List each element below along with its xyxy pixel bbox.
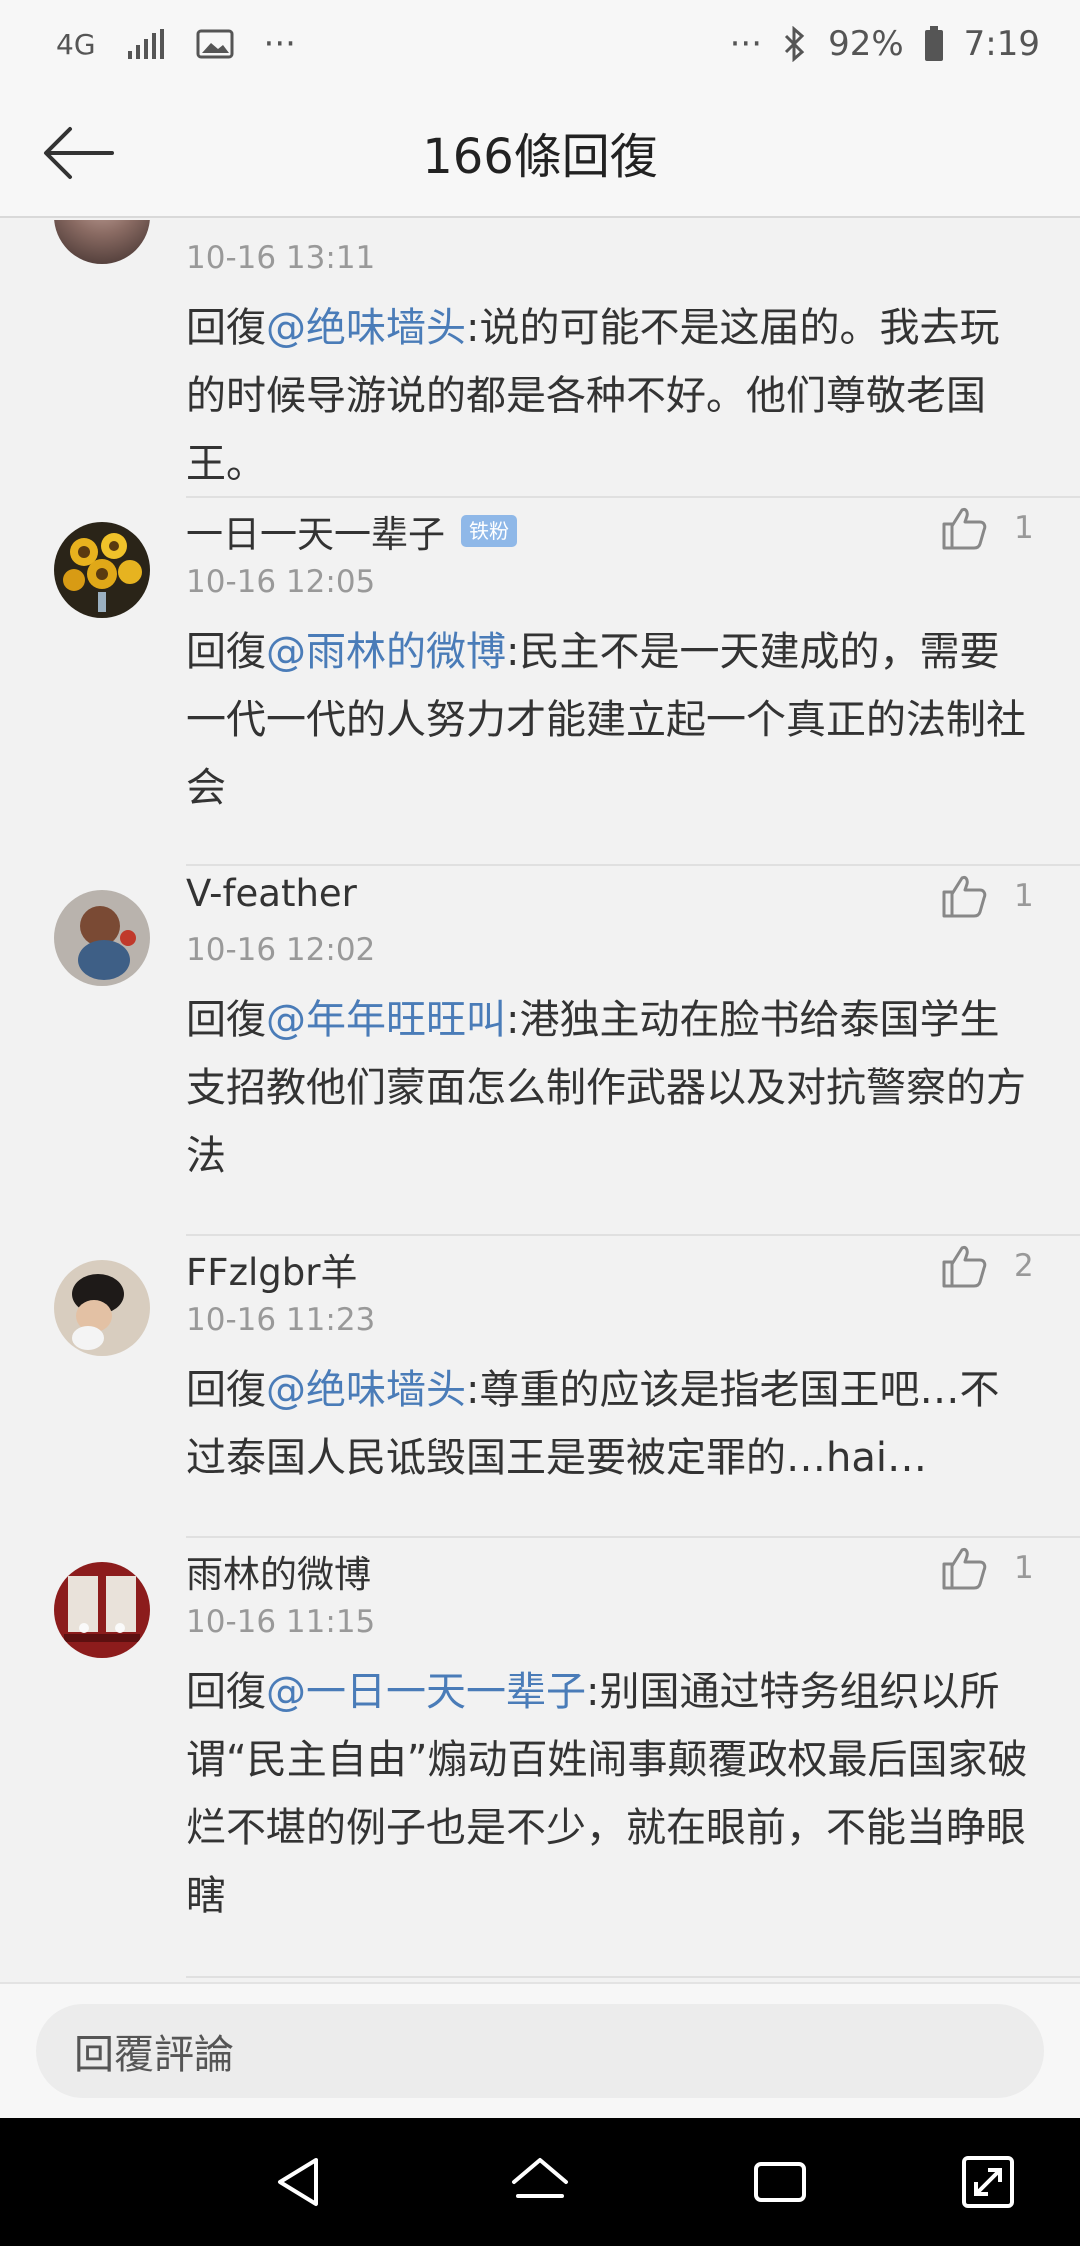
comment-body: 回復@一日一天一辈子:别国通过特务组织以所谓“民主自由”煽动百姓闹事颠覆政权最后… xyxy=(186,1658,1036,1930)
mention-link[interactable]: @雨林的微博 xyxy=(266,629,506,675)
bluetooth-icon xyxy=(785,26,805,62)
thumbs-up-icon xyxy=(942,1548,987,1590)
avatar[interactable] xyxy=(54,890,150,986)
sunflower-avatar xyxy=(54,522,150,618)
header: 166條回復 xyxy=(0,88,1080,218)
comment-time: 10-16 11:23 xyxy=(186,1302,376,1338)
comment-time: 10-16 11:15 xyxy=(186,1604,376,1640)
comment-body: 回復@绝味墙头:说的可能不是这届的。我去玩的时候导游说的都是各种不好。他们尊敬老… xyxy=(186,294,1036,498)
nav-back-icon[interactable] xyxy=(270,2152,330,2212)
back-arrow-icon xyxy=(44,127,114,179)
comment-body: 回復@雨林的微博:民主不是一天建成的，需要一代一代的人努力才能建立起一个真正的法… xyxy=(186,618,1036,822)
signal-icon xyxy=(127,29,164,59)
avatar[interactable] xyxy=(54,1260,150,1356)
avatar[interactable] xyxy=(54,522,150,618)
window-avatar xyxy=(54,1562,150,1658)
battery-icon xyxy=(924,26,943,61)
like-count: 1 xyxy=(1014,878,1034,914)
reply-prefix: 回復 xyxy=(186,1367,266,1413)
clock: 7:19 xyxy=(963,24,1040,64)
mention-link[interactable]: @年年旺旺叫 xyxy=(266,997,506,1043)
username[interactable]: V-feather xyxy=(186,872,357,915)
like-button[interactable]: 2 xyxy=(940,1242,1034,1290)
more-status: ··· xyxy=(729,24,763,64)
network-type: 4G xyxy=(56,27,96,61)
nav-home-icon[interactable] xyxy=(510,2152,570,2212)
status-bar: 4G ··· ··· 92% 7:19 xyxy=(0,0,1080,88)
reply-prefix: 回復 xyxy=(186,997,266,1043)
reply-bar: 回覆評論 xyxy=(0,1982,1080,2118)
username[interactable]: 雨林的微博 xyxy=(186,1544,371,1598)
thumbs-up-icon xyxy=(942,508,987,550)
like-count: 1 xyxy=(1014,1550,1034,1586)
navigation-bar xyxy=(0,2118,1080,2246)
reply-prefix: 回復 xyxy=(186,305,266,351)
divider xyxy=(186,864,1080,866)
more-notifications: ··· xyxy=(263,24,296,64)
comment-time: 10-16 12:05 xyxy=(186,564,376,600)
like-button[interactable]: 1 xyxy=(940,872,1034,920)
thumbs-up-icon xyxy=(942,1246,987,1288)
comment-item: FFzlgbr羊 2 10-16 11:23 回復@绝味墙头:尊重的应该是指老国… xyxy=(0,1238,1080,1540)
nav-expand-icon[interactable] xyxy=(958,2152,1018,2212)
like-button[interactable]: 1 xyxy=(940,504,1034,552)
reply-prefix: 回復 xyxy=(186,629,266,675)
comment-body: 回復@绝味墙头:尊重的应该是指老国王吧…不过泰国人民诋毁国王是要被定罪的…hai… xyxy=(186,1356,1036,1492)
username[interactable]: 一日一天一辈子 铁粉 xyxy=(186,504,517,558)
page-title: 166條回復 xyxy=(422,129,658,185)
comment-list[interactable]: 10-16 13:11 回復@绝味墙头:说的可能不是这届的。我去玩的时候导游说的… xyxy=(0,220,1080,1982)
reply-prefix: 回復 xyxy=(186,1669,266,1715)
divider xyxy=(186,1976,1080,1978)
divider xyxy=(186,1536,1080,1538)
comment-item: 雨林的微博 1 10-16 11:15 回復@一日一天一辈子:别国通过特务组织以… xyxy=(0,1540,1080,1982)
comment-time: 10-16 12:02 xyxy=(186,932,376,968)
nav-recents-icon[interactable] xyxy=(750,2152,810,2212)
thumbs-up-icon xyxy=(942,876,987,918)
divider xyxy=(186,1234,1080,1236)
like-button[interactable]: 1 xyxy=(940,1544,1034,1592)
mention-link[interactable]: @绝味墙头 xyxy=(266,1367,466,1413)
comment-time: 10-16 13:11 xyxy=(186,240,376,276)
reply-input[interactable]: 回覆評論 xyxy=(36,2004,1044,2098)
mention-link[interactable]: @绝味墙头 xyxy=(266,305,466,351)
comment-item: V-feather 1 10-16 12:02 回復@年年旺旺叫:港独主动在脸书… xyxy=(0,868,1080,1238)
comment-item: 一日一天一辈子 铁粉 1 10-16 12:05 回復@雨林的微博:民主不是一天… xyxy=(0,498,1080,868)
back-button[interactable] xyxy=(40,118,120,188)
mention-link[interactable]: @一日一天一辈子 xyxy=(266,1669,586,1715)
avatar[interactable] xyxy=(54,1562,150,1658)
like-count: 1 xyxy=(1014,510,1034,546)
comment-body: 回復@年年旺旺叫:港独主动在脸书给泰国学生支招教他们蒙面怎么制作武器以及对抗警察… xyxy=(186,986,1036,1190)
fan-badge: 铁粉 xyxy=(461,515,517,547)
username-text: 一日一天一辈子 xyxy=(186,513,445,556)
like-count: 2 xyxy=(1014,1248,1034,1284)
battery-percent: 92% xyxy=(828,24,904,64)
username[interactable]: FFzlgbr羊 xyxy=(186,1242,357,1296)
avatar[interactable] xyxy=(54,220,150,264)
child-avatar xyxy=(54,1260,150,1356)
doll-avatar xyxy=(54,890,150,986)
image-icon xyxy=(196,29,234,59)
